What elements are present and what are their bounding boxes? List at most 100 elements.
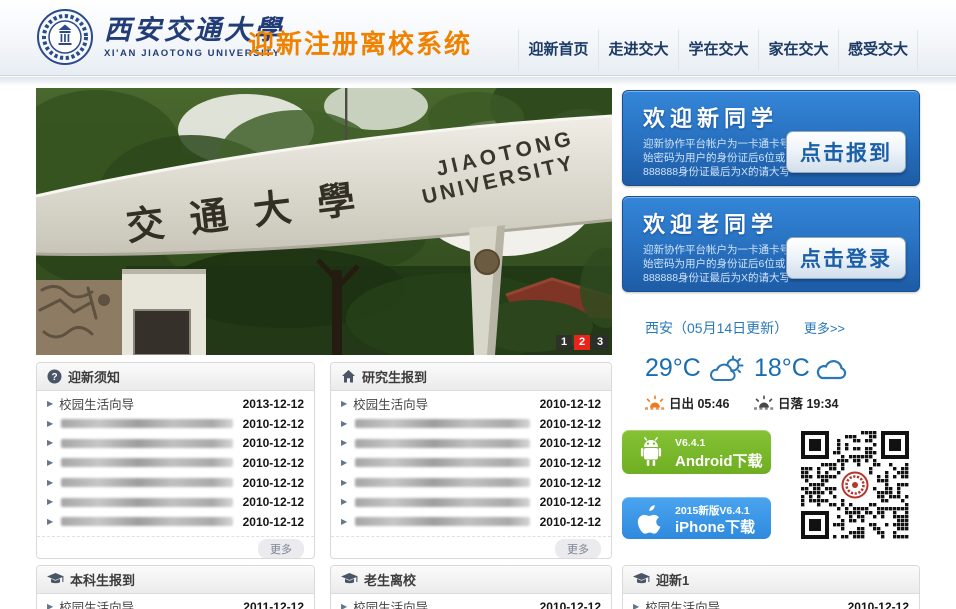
nav-item-home[interactable]: 迎新首页: [518, 30, 598, 70]
redacted-title: [61, 439, 232, 448]
redacted-title: [355, 419, 529, 428]
bullet-icon: ▶: [341, 479, 347, 487]
section-undergrad-title: 本科生报到: [70, 570, 135, 589]
news-item[interactable]: ▶ 2010-12-12: [37, 453, 314, 473]
carousel-pager: 1 2 3: [556, 335, 608, 350]
news-item-date: 2010-12-12: [540, 417, 601, 431]
bullet-icon: ▶: [341, 400, 347, 408]
weather-more-link[interactable]: 更多>>: [804, 318, 845, 337]
carousel-page-3[interactable]: 3: [592, 335, 608, 350]
qr-code-graphic: [800, 429, 910, 541]
news-item-date: 2010-12-12: [540, 600, 601, 609]
redacted-title: [61, 517, 232, 526]
carousel-page-2-active[interactable]: 2: [574, 335, 590, 350]
news-item[interactable]: ▶2010-12-12: [331, 433, 611, 453]
news-item-date: 2010-12-12: [243, 456, 304, 470]
section-undergrad: 本科生报到 ▶ 校园生活向导 2011-12-12: [36, 565, 315, 609]
news-item-date: 2010-12-12: [243, 436, 304, 450]
section-graduate-title: 研究生报到: [362, 367, 427, 386]
gate-photo-graphic: 交通大學 JIAOTONG UNIVERSITY: [36, 88, 612, 355]
news-item[interactable]: ▶2010-12-12: [37, 492, 314, 512]
app-qr-code: [800, 429, 910, 541]
bullet-icon: ▶: [47, 439, 53, 447]
redacted-title: [61, 478, 232, 487]
cloud-icon: [814, 356, 850, 382]
news-item-date: 2010-12-12: [540, 436, 601, 450]
news-item-date: 2011-12-12: [243, 600, 304, 609]
main-nav: 迎新首页 走进交大 学在交大 家在交大 感受交大: [518, 30, 918, 70]
news-item-date: 2010-12-12: [243, 417, 304, 431]
redacted-title: [61, 419, 232, 428]
iphone-download-button[interactable]: 2015新版V6.4.1 iPhone下载: [622, 497, 771, 539]
home-icon: [341, 369, 356, 384]
nav-item-experience[interactable]: 感受交大: [838, 30, 918, 70]
header: 西安交通大學 XI'AN JIAOTONG UNIVERSITY 迎新注册离校系…: [0, 0, 956, 76]
news-item[interactable]: ▶ 2010-12-12: [37, 433, 314, 453]
news-item-date: 2010-12-12: [848, 600, 909, 609]
section-undergrad-header: 本科生报到: [37, 566, 314, 594]
section-yingxin1-header: 迎新1: [623, 566, 919, 594]
nav-item-study[interactable]: 学在交大: [678, 30, 758, 70]
redacted-title: [355, 458, 529, 467]
news-item[interactable]: ▶ 2010-12-12: [331, 473, 611, 493]
android-download-button[interactable]: V6.4.1 Android下载: [622, 430, 771, 474]
header-shadow: [0, 77, 956, 86]
news-item[interactable]: ▶ 校园生活向导 2011-12-12: [37, 597, 314, 609]
news-item-date: 2010-12-12: [540, 495, 601, 509]
redacted-title: [355, 439, 529, 448]
news-item-date: 2010-12-12: [540, 515, 601, 529]
news-item-date: 2010-12-12: [540, 397, 601, 411]
more-button[interactable]: 更多: [555, 539, 601, 559]
news-item[interactable]: ▶2010-12-12: [331, 453, 611, 473]
more-button[interactable]: 更多: [258, 539, 304, 559]
sunset-row: 日落 19:34: [754, 393, 838, 412]
bullet-icon: ▶: [47, 459, 53, 467]
news-item-title: 校园生活向导: [353, 394, 428, 413]
news-item-date: 2010-12-12: [243, 476, 304, 490]
redacted-title: [355, 478, 529, 487]
news-item[interactable]: ▶ 2010-12-12: [331, 492, 611, 512]
news-item-title: 校园生活向导: [645, 597, 720, 609]
news-item[interactable]: ▶ 校园生活向导 2010-12-12: [623, 597, 919, 609]
section-undergrad-list: ▶ 校园生活向导 2011-12-12: [37, 594, 314, 609]
bullet-icon: ▶: [47, 479, 53, 487]
news-item[interactable]: ▶2010-12-12: [37, 512, 314, 532]
news-item-date: 2010-12-12: [540, 476, 601, 490]
news-item[interactable]: ▶ 校园生活向导 2013-12-12: [37, 394, 314, 414]
welcome-new-panel: 欢迎新同学 迎新协作平台帐户为一卡通卡号初始密码为用户的身份证后6位或88888…: [622, 90, 920, 186]
checkin-button[interactable]: 点击报到: [786, 131, 906, 173]
redacted-title: [61, 458, 232, 467]
night-temp-value: 18°C: [754, 354, 810, 383]
sunrise-icon: [645, 395, 665, 411]
weather-widget: 西安（05月14日更新） 更多>> 29°C 18°C: [640, 312, 920, 416]
android-version: V6.4.1: [675, 437, 705, 449]
graduation-cap-icon: [341, 573, 358, 586]
android-label: Android下载: [675, 450, 763, 471]
news-item[interactable]: ▶2010-12-12: [331, 512, 611, 532]
campus-gate-photo: 交通大學 JIAOTONG UNIVERSITY 1 2 3: [36, 88, 612, 355]
nav-item-family[interactable]: 家在交大: [758, 30, 838, 70]
redacted-title: [355, 517, 529, 526]
bullet-icon: ▶: [47, 603, 53, 609]
news-item[interactable]: ▶2010-12-12: [37, 414, 314, 434]
section-notice-title: 迎新须知: [68, 367, 120, 386]
section-yingxin1: 迎新1 ▶ 校园生活向导 2010-12-12: [622, 565, 920, 609]
news-item-title: 校园生活向导: [59, 394, 134, 413]
sunset-time: 日落 19:34: [778, 393, 838, 412]
bullet-icon: ▶: [341, 498, 347, 506]
sunset-icon: [754, 395, 774, 411]
day-temp-value: 29°C: [645, 354, 701, 383]
news-item[interactable]: ▶ 校园生活向导 2010-12-12: [331, 394, 611, 414]
nav-item-about[interactable]: 走进交大: [598, 30, 678, 70]
news-item[interactable]: ▶2010-12-12: [331, 414, 611, 434]
news-item[interactable]: ▶ 校园生活向导 2010-12-12: [331, 597, 611, 609]
section-notice-header: ? 迎新须知: [37, 363, 314, 391]
question-icon: ?: [47, 369, 62, 384]
bullet-icon: ▶: [341, 459, 347, 467]
news-item[interactable]: ▶ 2010-12-12: [37, 473, 314, 493]
sunrise-time: 日出 05:46: [669, 393, 729, 412]
login-button[interactable]: 点击登录: [786, 237, 906, 279]
bullet-icon: ▶: [47, 498, 53, 506]
carousel-page-1[interactable]: 1: [556, 335, 572, 350]
weather-night-temp: 18°C: [754, 354, 850, 383]
